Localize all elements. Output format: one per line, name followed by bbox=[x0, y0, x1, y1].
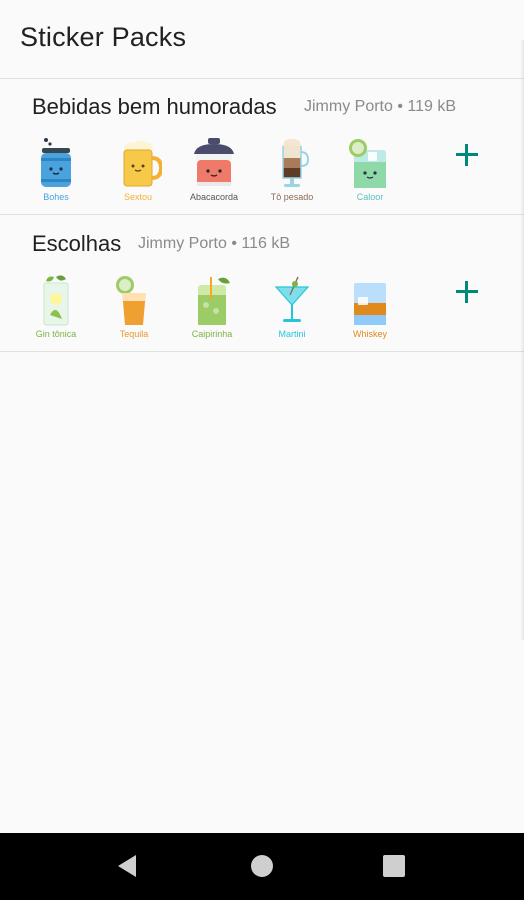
home-button[interactable] bbox=[244, 851, 280, 881]
pack-meta: Jimmy Porto • 119 kB bbox=[304, 98, 456, 116]
sticker-label: Abacacorda bbox=[189, 192, 239, 202]
sticker-label: Bohes bbox=[43, 192, 69, 202]
app-bar: Sticker Packs bbox=[0, 0, 524, 78]
recents-button[interactable] bbox=[376, 851, 412, 881]
meta-separator: • bbox=[231, 235, 237, 252]
divider bbox=[0, 351, 524, 352]
sticker-label: Tequila bbox=[119, 329, 149, 339]
pack-size: 119 kB bbox=[407, 98, 457, 115]
pack-publisher: Jimmy Porto bbox=[138, 235, 227, 252]
sticker-label: Whiskey bbox=[352, 329, 387, 339]
coffee-cup-icon bbox=[194, 138, 234, 186]
martini-glass-icon bbox=[274, 276, 310, 322]
sticker-label: Caipirinha bbox=[191, 329, 233, 339]
edge-shadow bbox=[520, 40, 524, 640]
pack-name: Bebidas bem humoradas bbox=[32, 94, 277, 119]
sticker-label: Tô pesado bbox=[270, 192, 314, 202]
sticker: Whiskey bbox=[334, 273, 406, 345]
tequila-shot-icon bbox=[116, 276, 146, 325]
beer-can-icon bbox=[41, 138, 71, 187]
sticker: Abacacorda bbox=[178, 136, 250, 208]
sticker: Tô pesado bbox=[256, 136, 328, 208]
sticker-label: Caloor bbox=[356, 192, 384, 202]
beer-mug-icon bbox=[123, 140, 162, 187]
system-navigation-bar bbox=[0, 833, 524, 900]
sticker-label: Gin tônica bbox=[35, 329, 77, 339]
add-pack-button[interactable] bbox=[452, 277, 482, 307]
gin-tonic-icon bbox=[43, 275, 69, 326]
sticker: Tequila bbox=[98, 273, 170, 345]
pack-meta: Jimmy Porto • 116 kB bbox=[138, 235, 290, 253]
recents-icon bbox=[383, 855, 405, 877]
back-button[interactable] bbox=[110, 851, 146, 881]
caipirinha-icon bbox=[198, 277, 230, 325]
sticker-label: Sextou bbox=[123, 192, 153, 202]
whiskey-glass-icon bbox=[354, 283, 386, 325]
pack-publisher: Jimmy Porto bbox=[304, 98, 393, 115]
sticker: Caipirinha bbox=[176, 273, 248, 345]
lemon-drink-icon bbox=[349, 139, 386, 188]
home-icon bbox=[251, 855, 273, 877]
sticker: Gin tônica bbox=[20, 273, 92, 345]
sticker-label: Martini bbox=[278, 329, 306, 339]
back-icon bbox=[118, 855, 136, 877]
sticker: Martini bbox=[256, 273, 328, 345]
sticker: Caloor bbox=[334, 136, 406, 208]
pack-size: 116 kB bbox=[241, 235, 291, 252]
latte-glass-icon bbox=[282, 138, 310, 187]
pack-name: Escolhas bbox=[32, 231, 122, 256]
sticker-pack-row[interactable]: Escolhas Jimmy Porto • 116 kB Gin tônica… bbox=[0, 215, 524, 351]
add-pack-button[interactable] bbox=[452, 140, 482, 170]
meta-separator: • bbox=[397, 98, 403, 115]
page-title: Sticker Packs bbox=[20, 22, 187, 52]
sticker-pack-row[interactable]: Bebidas bem humoradas Jimmy Porto • 119 … bbox=[0, 78, 524, 214]
sticker: Bohes bbox=[20, 136, 92, 208]
sticker: Sextou bbox=[102, 136, 174, 208]
